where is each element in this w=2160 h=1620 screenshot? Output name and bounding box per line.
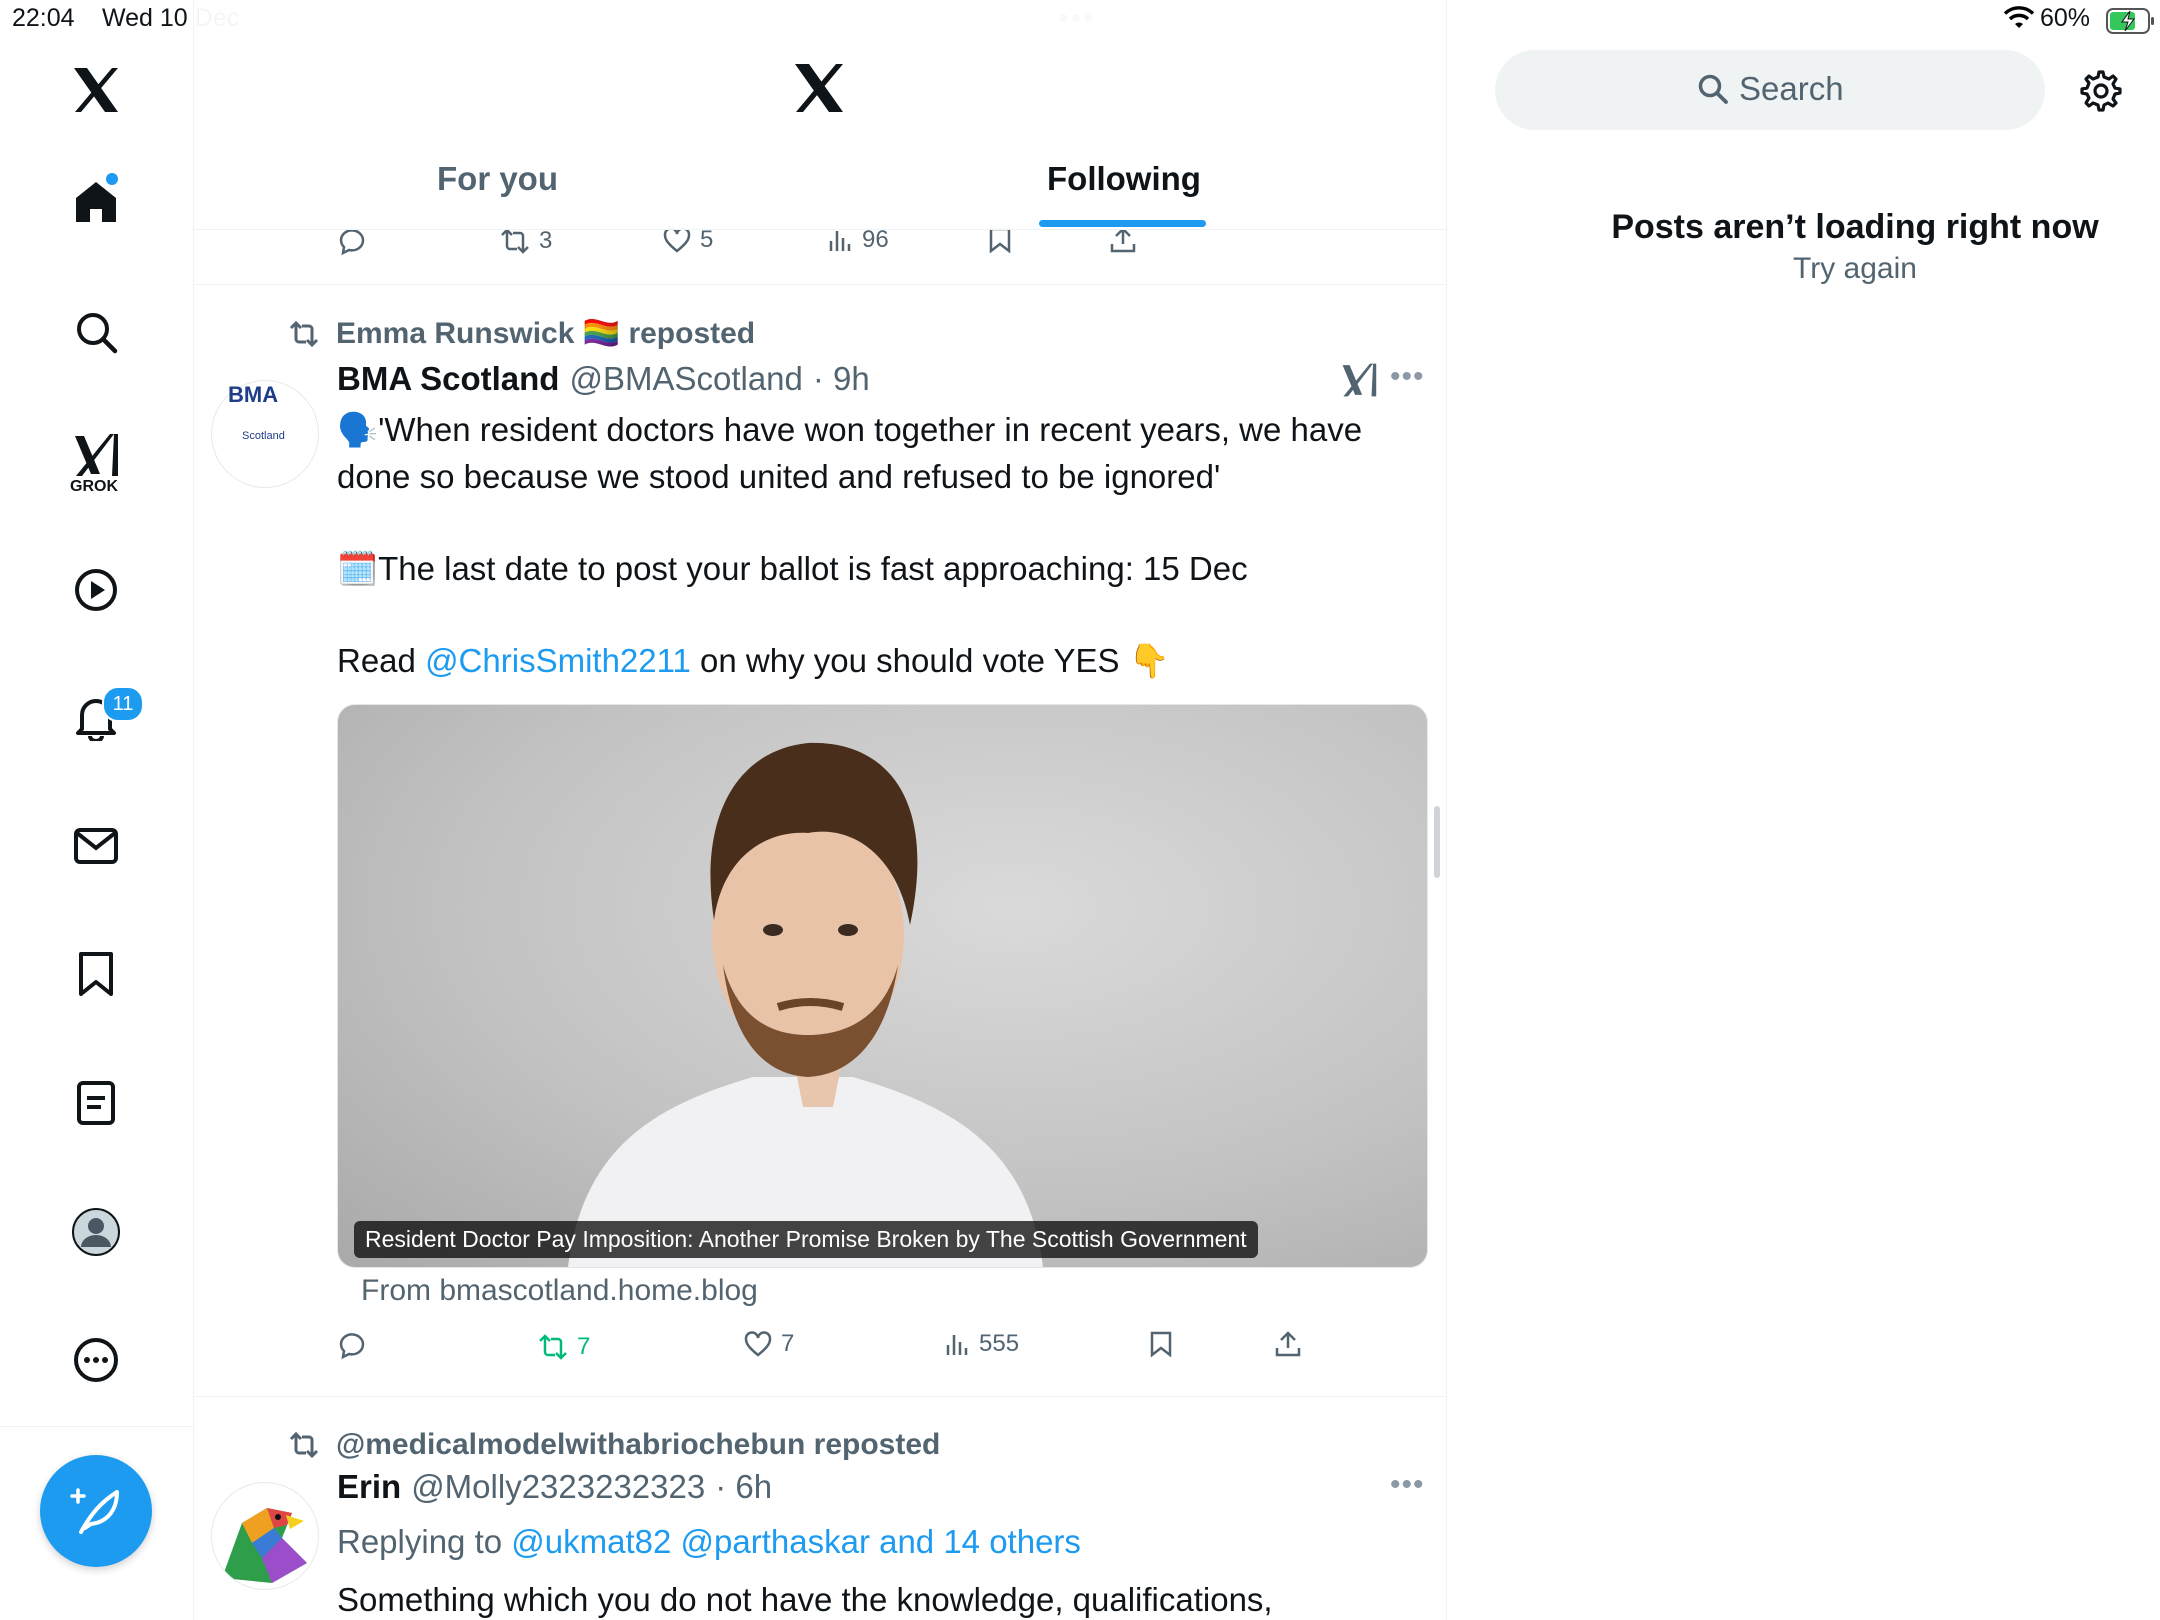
repost-icon bbox=[289, 1431, 319, 1459]
reply-button[interactable] bbox=[337, 1330, 367, 1360]
bookmark-icon bbox=[1150, 1331, 1172, 1358]
sidebar-divider bbox=[0, 1426, 193, 1427]
repost-attribution[interactable]: @medicalmodelwithabriochebun reposted bbox=[286, 1428, 940, 1462]
post-text-read-suffix: on why you should vote YES 👇 bbox=[690, 642, 1170, 679]
compose-button[interactable] bbox=[40, 1455, 152, 1567]
heart-icon bbox=[744, 1331, 772, 1357]
share-button[interactable] bbox=[1109, 226, 1137, 254]
replying-to-mentions[interactable]: @ukmat82 @parthaskar and 14 others bbox=[511, 1523, 1081, 1560]
bookmarks-icon[interactable] bbox=[66, 944, 126, 1004]
scrollbar[interactable] bbox=[1434, 806, 1440, 878]
author-name[interactable]: Erin bbox=[337, 1468, 401, 1506]
repost-button[interactable]: 3 bbox=[499, 226, 552, 256]
x-logo-icon[interactable] bbox=[66, 60, 126, 120]
post-divider bbox=[194, 284, 1446, 285]
bookmark-button[interactable] bbox=[1149, 1330, 1173, 1358]
share-icon bbox=[1275, 1331, 1301, 1357]
repost-icon bbox=[501, 228, 529, 254]
repost-button-active[interactable]: 7 bbox=[537, 1332, 590, 1362]
grok-explain-icon[interactable] bbox=[1340, 362, 1378, 398]
link-card-image[interactable]: Resident Doctor Pay Imposition: Another … bbox=[337, 704, 1428, 1268]
bookmark-button[interactable] bbox=[988, 226, 1012, 254]
post-text-read: Read @ChrisSmith2211 on why you should v… bbox=[337, 637, 1170, 684]
video-icon[interactable] bbox=[66, 560, 126, 620]
portrait-photo bbox=[568, 742, 1043, 1267]
link-card-source[interactable]: From bmascotland.home.blog bbox=[361, 1274, 758, 1308]
sidebar-navigation: GROK 11 bbox=[0, 0, 194, 1620]
avatar-logo-text: BMA bbox=[228, 382, 279, 407]
replying-to-prefix: Replying to bbox=[337, 1523, 503, 1560]
messages-icon[interactable] bbox=[66, 816, 126, 876]
x-logo-icon[interactable] bbox=[792, 62, 846, 114]
post-text-read-prefix: Read bbox=[337, 642, 426, 679]
bookmark-icon bbox=[989, 227, 1011, 254]
eagle-avatar-image bbox=[222, 1508, 307, 1583]
more-options-icon[interactable]: ••• bbox=[1390, 1468, 1425, 1502]
avatar-logo-subtext: Scotland bbox=[242, 430, 285, 442]
search-icon[interactable] bbox=[66, 302, 126, 362]
post-divider bbox=[194, 1396, 1446, 1397]
wifi-icon bbox=[2004, 6, 2034, 30]
timeline-column: For you Following 3 5 96 Emma Runswick 🏳… bbox=[194, 0, 1447, 1620]
post-text-ballot: 🗓️The last date to post your ballot is f… bbox=[337, 550, 1248, 587]
like-count: 7 bbox=[781, 1330, 795, 1357]
reply-icon bbox=[339, 1333, 365, 1360]
post-text-line-1: 🗣️'When resident doctors have won togeth… bbox=[337, 411, 1363, 448]
post-text: Something which you do not have the know… bbox=[337, 1581, 1273, 1618]
repost-attribution-text: Emma Runswick 🏳️‍🌈 reposted bbox=[336, 317, 756, 350]
view-count: 96 bbox=[862, 226, 889, 253]
author-name[interactable]: BMA Scotland bbox=[337, 360, 559, 398]
repost-icon bbox=[539, 1334, 567, 1360]
home-unread-dot bbox=[106, 173, 118, 185]
tab-for-you[interactable]: For you bbox=[437, 160, 558, 198]
mention-link[interactable]: @ChrisSmith2211 bbox=[425, 642, 691, 679]
repost-icon bbox=[289, 320, 319, 347]
author-handle[interactable]: @Molly2323232323 bbox=[411, 1468, 705, 1506]
repost-attribution-text: @medicalmodelwithabriochebun reposted bbox=[336, 1428, 941, 1461]
repost-count: 3 bbox=[539, 227, 553, 254]
battery-charging-icon bbox=[2106, 8, 2156, 34]
share-button[interactable] bbox=[1274, 1330, 1302, 1358]
notifications-badge: 11 bbox=[102, 686, 144, 722]
repost-attribution[interactable]: Emma Runswick 🏳️‍🌈 reposted bbox=[286, 316, 755, 351]
error-title: Posts aren’t loading right now bbox=[1611, 208, 2099, 246]
like-count: 5 bbox=[700, 226, 714, 253]
post-time[interactable]: · 9h bbox=[813, 360, 870, 398]
timeline-header: For you Following bbox=[194, 0, 1446, 230]
gear-icon[interactable] bbox=[2076, 68, 2122, 114]
grok-icon[interactable] bbox=[66, 425, 126, 485]
post-time[interactable]: · 6h bbox=[715, 1468, 772, 1506]
profile-icon[interactable] bbox=[66, 1202, 126, 1262]
replying-to-line: Replying to @ukmat82 @parthaskar and 14 … bbox=[337, 1518, 1081, 1565]
view-count: 555 bbox=[979, 1330, 1020, 1357]
post-text-line-2: done so because we stood united and refu… bbox=[337, 458, 1221, 495]
like-button[interactable]: 5 bbox=[662, 226, 713, 254]
battery-percentage: 60% bbox=[2040, 4, 2091, 32]
views-icon bbox=[946, 1335, 968, 1355]
compose-icon bbox=[70, 1488, 119, 1534]
views-button[interactable]: 555 bbox=[945, 1330, 1019, 1358]
share-icon bbox=[1110, 227, 1136, 253]
heart-icon bbox=[663, 227, 691, 253]
reply-button[interactable] bbox=[337, 226, 367, 256]
author-handle[interactable]: @BMAScotland bbox=[569, 360, 802, 398]
avatar[interactable] bbox=[211, 1482, 319, 1590]
more-options-icon[interactable]: ••• bbox=[1390, 360, 1425, 394]
like-button[interactable]: 7 bbox=[743, 1330, 794, 1358]
reply-icon bbox=[339, 229, 365, 256]
repost-count: 7 bbox=[577, 1333, 591, 1360]
lists-icon[interactable] bbox=[66, 1073, 126, 1133]
link-card-caption: Resident Doctor Pay Imposition: Another … bbox=[354, 1221, 1258, 1258]
views-button[interactable]: 96 bbox=[828, 226, 889, 254]
active-tab-indicator bbox=[1039, 220, 1206, 227]
more-icon[interactable] bbox=[66, 1330, 126, 1390]
search-placeholder: Search bbox=[1739, 70, 1844, 107]
post-author-line: Erin @Molly2323232323 · 6h bbox=[337, 1468, 772, 1506]
search-icon bbox=[1697, 73, 1729, 105]
try-again-link[interactable]: Try again bbox=[1350, 252, 2160, 286]
grok-label: GROK bbox=[70, 478, 118, 495]
post-author-line: BMA Scotland @BMAScotland · 9h bbox=[337, 360, 870, 398]
tab-following[interactable]: Following bbox=[1047, 160, 1201, 198]
views-icon bbox=[829, 231, 851, 251]
